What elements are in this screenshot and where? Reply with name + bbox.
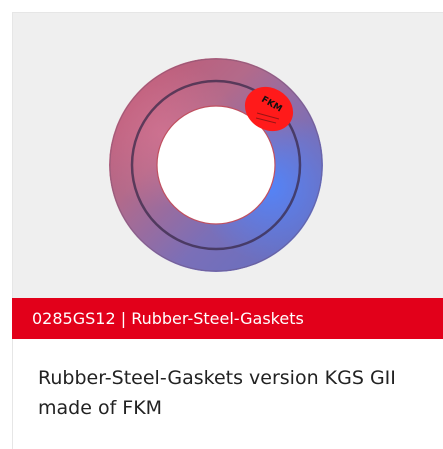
product-description[interactable]: Rubber-Steel-Gaskets version KGS GII mad…	[38, 363, 433, 423]
product-image-area: FKM	[13, 13, 443, 300]
gasket-image: FKM	[109, 58, 323, 272]
product-category-banner[interactable]: 0285GS12 | Rubber-Steel-Gaskets	[12, 298, 443, 339]
